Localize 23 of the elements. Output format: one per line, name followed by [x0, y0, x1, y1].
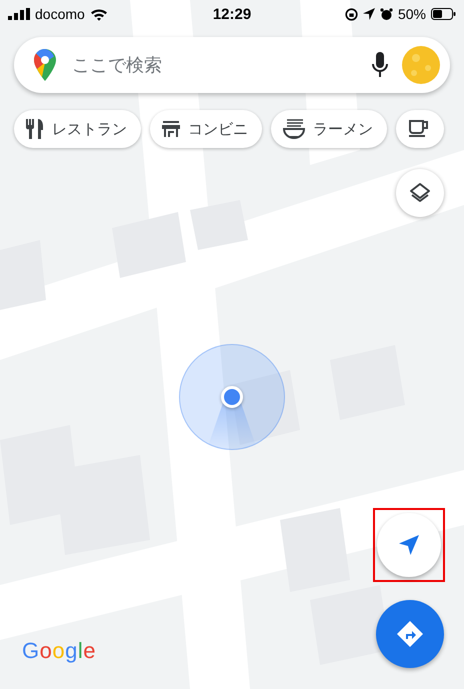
- noodle-bowl-icon: [283, 119, 305, 139]
- layers-icon: [409, 182, 431, 204]
- cup-icon: [408, 120, 430, 138]
- battery-percent: 50%: [398, 6, 426, 22]
- category-chip[interactable]: コンビニ: [150, 110, 262, 148]
- location-arrow-icon: [362, 8, 375, 20]
- wifi-icon: [90, 8, 108, 20]
- clock-time: 12:29: [212, 6, 252, 22]
- alarm-icon: [380, 8, 393, 20]
- battery-icon: [431, 8, 456, 20]
- turn-sign-icon: [396, 620, 424, 648]
- search-field[interactable]: ここで検索: [70, 54, 358, 76]
- map-pin-icon: [34, 49, 56, 81]
- rotation-lock-icon: [344, 8, 358, 20]
- google-logo: Google: [22, 638, 96, 664]
- carrier-name: docomo: [35, 6, 85, 22]
- fork-knife-icon: [26, 119, 44, 139]
- store-icon: [162, 120, 180, 138]
- signal-icon: [8, 8, 30, 20]
- navigation-arrow-icon: [398, 534, 420, 556]
- category-chip[interactable]: ラーメン: [271, 110, 387, 148]
- category-chip[interactable]: レストラン: [14, 110, 141, 148]
- microphone-icon[interactable]: [372, 52, 388, 78]
